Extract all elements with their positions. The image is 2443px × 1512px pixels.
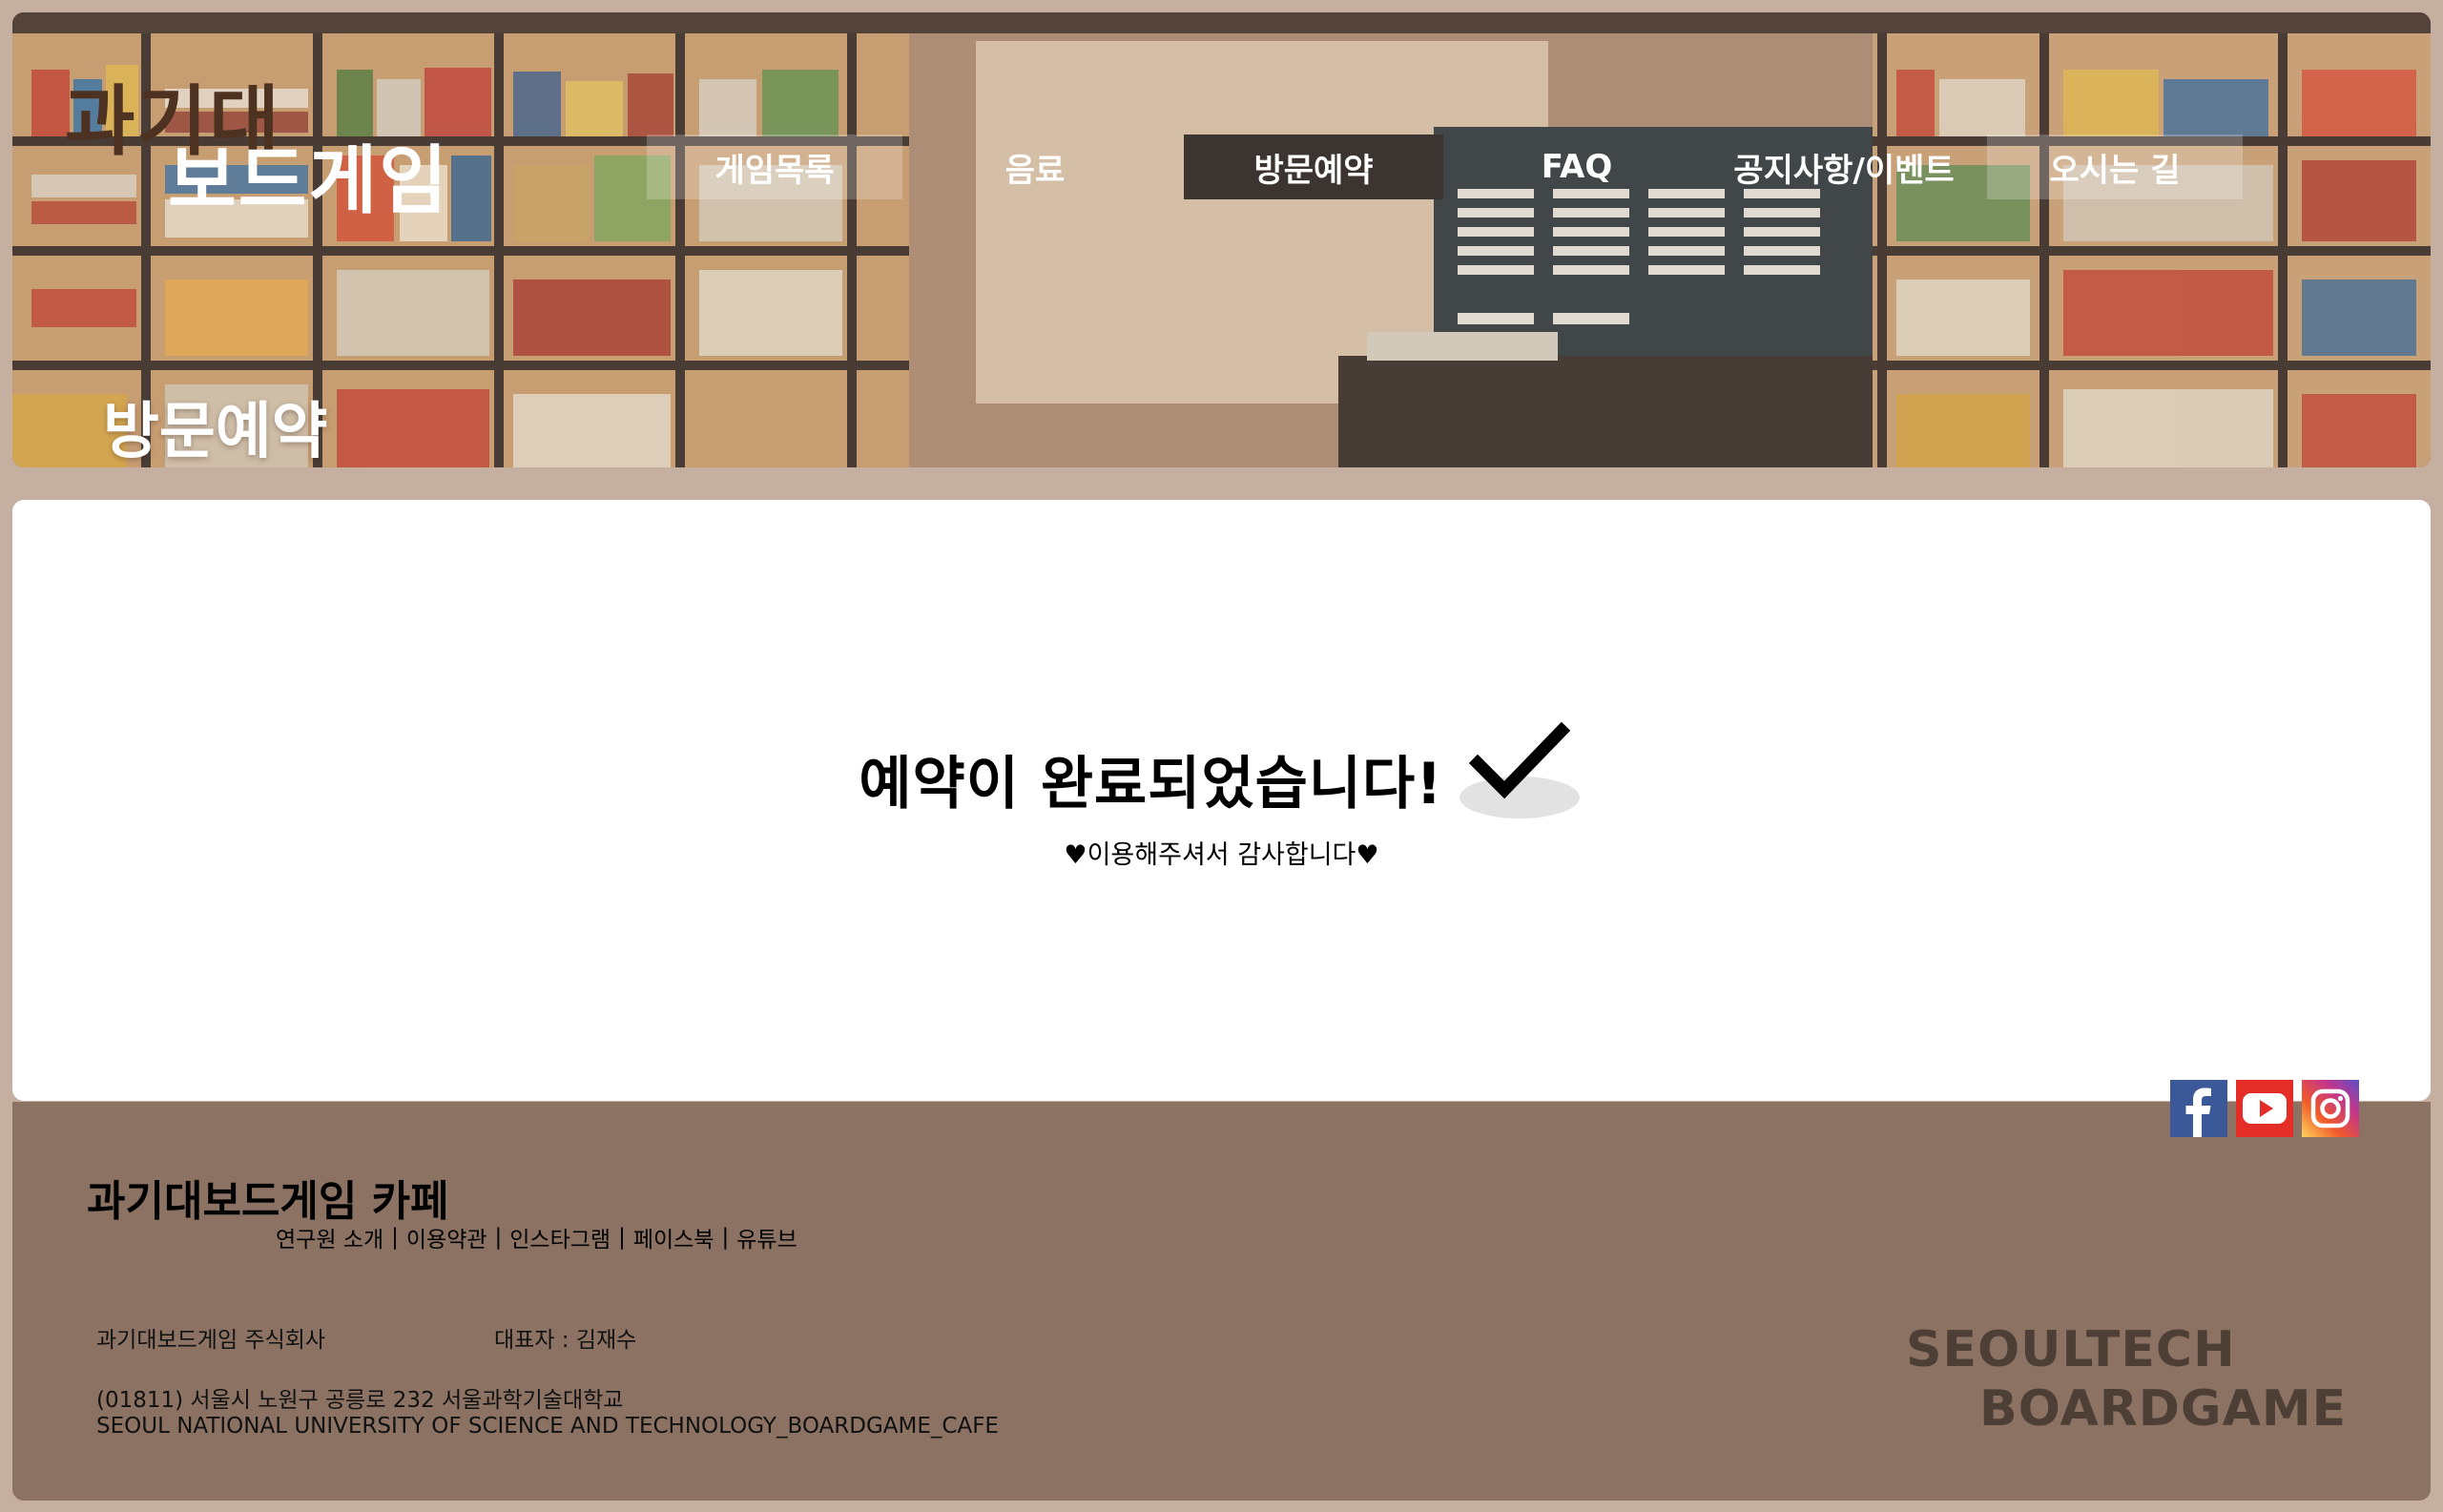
footer-links: 연구원 소개 | 이용약관 | 인스타그램 | 페이스북 | 유튜브 xyxy=(276,1221,797,1253)
youtube-icon[interactable] xyxy=(2236,1080,2293,1137)
page-title: 방문예약 xyxy=(103,397,328,467)
company-name: 과기대보드게임 주식회사 xyxy=(96,1328,326,1353)
facebook-icon[interactable] xyxy=(2170,1080,2227,1137)
footer-brand-line2: BOARDGAME xyxy=(1979,1380,2348,1438)
social-links xyxy=(2170,1080,2359,1137)
footer-link-terms[interactable]: 이용약관 xyxy=(406,1221,487,1253)
footer-title: 과기대보드게임 카페 xyxy=(87,1177,449,1226)
nav-item-faq[interactable]: FAQ xyxy=(1443,135,1710,199)
footer-link-instagram[interactable]: 인스타그램 xyxy=(509,1221,611,1253)
confirmation-row: 예약이 완료되었습니다! xyxy=(12,708,2431,832)
footer-link-youtube[interactable]: 유튜브 xyxy=(736,1221,797,1253)
footer-link-separator: | xyxy=(391,1225,399,1250)
instagram-icon[interactable] xyxy=(2302,1080,2359,1137)
thanks-message: ♥이용해주셔서 감사합니다♥ xyxy=(1064,840,1379,870)
ceo-name: 대표자 : 김재수 xyxy=(494,1328,637,1353)
nav-item-drinks[interactable]: 음료 xyxy=(902,135,1168,199)
nav-item-game-list[interactable]: 게임목록 xyxy=(647,135,902,199)
footer-link-about[interactable]: 연구원 소개 xyxy=(276,1221,383,1253)
logo-line2: 보드게임 xyxy=(168,138,450,224)
company-address-english: SEOUL NATIONAL UNIVERSITY OF SCIENCE AND… xyxy=(96,1414,999,1439)
hero-overlay xyxy=(12,12,2431,467)
footer-brand-line1: SEOULTECH xyxy=(1906,1321,2236,1378)
checkmark-icon xyxy=(1459,717,1584,822)
footer-link-separator: | xyxy=(721,1225,730,1250)
hero-banner: 과기대 보드게임 게임목록 음료 방문예약 FAQ 공지사항/이벤트 오시는 길… xyxy=(12,12,2431,467)
nav-item-directions[interactable]: 오시는 길 xyxy=(1987,135,2243,199)
confirmation-message: 예약이 완료되었습니다! xyxy=(859,750,1443,818)
nav-item-reservation[interactable]: 방문예약 xyxy=(1184,135,1443,199)
company-address: (01811) 서울시 노원구 공릉로 232 서울과학기술대학교 xyxy=(96,1388,624,1413)
footer-link-separator: | xyxy=(618,1225,626,1250)
footer-link-separator: | xyxy=(494,1225,503,1250)
site-footer: 과기대보드게임 카페 연구원 소개 | 이용약관 | 인스타그램 | 페이스북 … xyxy=(12,1080,2431,1501)
nav-item-notice-event[interactable]: 공지사항/이벤트 xyxy=(1710,135,1977,199)
footer-link-facebook[interactable]: 페이스북 xyxy=(633,1221,714,1253)
confirmation-card: 예약이 완료되었습니다! ♥이용해주셔서 감사합니다♥ xyxy=(12,500,2431,1101)
